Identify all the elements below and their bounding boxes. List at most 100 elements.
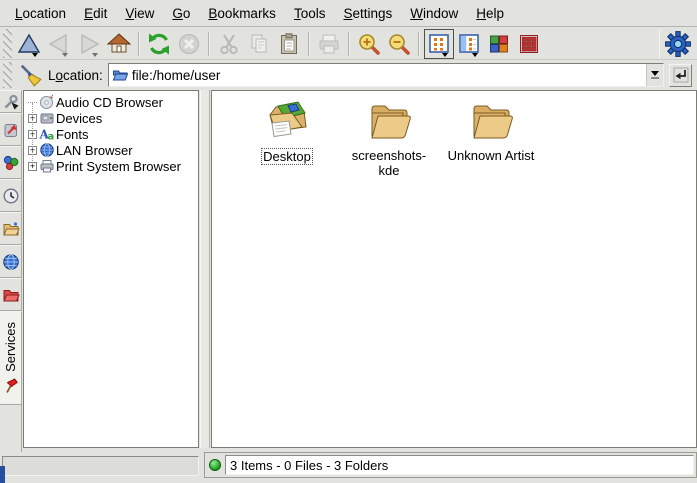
fonts-icon: A a (39, 126, 55, 142)
konqueror-window: Location Edit View Go Bookmarks Tools Se… (0, 0, 697, 483)
sidebar-tab-network[interactable] (0, 245, 22, 278)
forward-dropdown-arrow-icon (92, 53, 98, 57)
up-button[interactable] (14, 29, 44, 59)
menu-settings[interactable]: Settings (334, 2, 401, 25)
location-dropdown-button[interactable] (646, 64, 663, 86)
menu-bookmarks[interactable]: Bookmarks (199, 2, 285, 25)
svg-text:a: a (48, 132, 55, 143)
toolbar-separator (308, 32, 310, 56)
go-button[interactable] (669, 64, 692, 87)
tree-item-label: LAN Browser (56, 143, 133, 158)
multicolumn-view-button[interactable] (484, 29, 514, 59)
location-combobox (108, 63, 664, 87)
menu-location[interactable]: Location (6, 2, 75, 25)
location-label: Location: (48, 68, 103, 83)
forward-button[interactable] (74, 29, 104, 59)
location-toolbar: Location: (0, 61, 697, 89)
paste-icon (276, 31, 302, 57)
sidebar-tab-history[interactable] (0, 179, 22, 212)
file-item-label: screenshots-kde (344, 148, 435, 178)
location-toolbar-handle[interactable] (3, 62, 12, 88)
printer-icon (39, 158, 55, 174)
menu-edit[interactable]: Edit (75, 2, 116, 25)
menu-view[interactable]: View (116, 2, 163, 25)
tree-item-lan-browser[interactable]: + LAN Browser (26, 142, 198, 158)
sidebar-tabstrip-filler (0, 405, 22, 452)
menu-go[interactable]: Go (163, 2, 199, 25)
icon-view-icon (426, 31, 452, 57)
forward-icon (76, 31, 102, 57)
zoom-out-button[interactable] (384, 29, 414, 59)
copy-button[interactable] (244, 29, 274, 59)
menu-help[interactable]: Help (467, 2, 513, 25)
reload-button[interactable] (144, 29, 174, 59)
panel-splitter[interactable] (200, 90, 210, 448)
icon-view-dropdown-arrow-icon (442, 53, 448, 57)
menu-tools[interactable]: Tools (285, 2, 335, 25)
lan-globe-icon (39, 142, 55, 158)
open-folder-icon (466, 97, 516, 143)
tree-view-button[interactable] (454, 29, 484, 59)
tree-item-label: Audio CD Browser (56, 95, 163, 110)
toolbar-separator (138, 32, 140, 56)
detailed-list-view-button[interactable] (514, 29, 544, 59)
network-globe-icon (2, 253, 20, 271)
konqueror-throbber[interactable] (659, 29, 695, 59)
zoom-in-button[interactable] (354, 29, 384, 59)
sidebar-tabstrip: Services (0, 90, 22, 452)
sidebar-tab-bookmarks[interactable] (0, 113, 22, 146)
location-input[interactable] (130, 64, 646, 86)
tree-item-devices[interactable]: + Devices (26, 110, 198, 126)
open-folder-icon (364, 97, 414, 143)
tree-item-fonts[interactable]: + A a Fonts (26, 126, 198, 142)
configure-icon (2, 93, 20, 111)
services-tree-panel: Audio CD Browser + Devices + A (23, 90, 199, 448)
copy-icon (246, 31, 272, 57)
menu-bar: Location Edit View Go Bookmarks Tools Se… (0, 0, 697, 27)
clear-location-button[interactable] (19, 63, 43, 87)
sidebar-status-bar (2, 456, 199, 476)
home-icon (106, 31, 132, 57)
services-tab-label: Services (3, 322, 18, 372)
blue-folder-icon (112, 67, 128, 83)
cut-button[interactable] (214, 29, 244, 59)
paste-button[interactable] (274, 29, 304, 59)
status-text: 3 Items - 0 Files - 3 Folders (225, 455, 694, 475)
file-item-label: Desktop (261, 148, 313, 165)
main-toolbar (0, 28, 697, 60)
toolbar-separator (208, 32, 210, 56)
sidebar-tab-home-folder[interactable] (0, 212, 22, 245)
chevron-down-icon (651, 71, 659, 76)
sidebar-tab-root-folder[interactable] (0, 278, 22, 311)
back-button[interactable] (44, 29, 74, 59)
file-item-screenshots-kde[interactable]: screenshots-kde (338, 97, 440, 178)
status-led-icon (209, 459, 221, 471)
toolbar-handle[interactable] (3, 29, 12, 58)
tree-item-print-system-browser[interactable]: + Print System Browser (26, 158, 198, 174)
cut-icon (216, 31, 242, 57)
back-icon (46, 31, 72, 57)
up-dropdown-arrow-icon (32, 53, 38, 57)
print-button[interactable] (314, 29, 344, 59)
content-area: Services Audio CD Br (0, 90, 697, 452)
sidebar-tab-devices[interactable] (0, 146, 22, 179)
back-dropdown-arrow-icon (62, 53, 68, 57)
file-item-unknown-artist[interactable]: Unknown Artist (440, 97, 542, 163)
file-item-desktop[interactable]: Desktop (236, 97, 338, 165)
up-icon (16, 31, 42, 57)
configure-sidebar-button[interactable] (0, 90, 22, 113)
stop-button[interactable] (174, 29, 204, 59)
root-folder-icon (2, 286, 20, 304)
broom-icon (19, 63, 43, 87)
tree-item-audio-cd-browser[interactable]: Audio CD Browser (26, 94, 198, 110)
icon-view-button[interactable] (424, 29, 454, 59)
toolbar-separator (418, 32, 420, 56)
status-bar: 3 Items - 0 Files - 3 Folders (204, 452, 697, 478)
desktop-background-sliver (0, 466, 5, 483)
tree-view-icon (456, 31, 482, 57)
sidebar-tab-services[interactable]: Services (0, 311, 22, 405)
zoom-in-icon (356, 31, 382, 57)
menu-window[interactable]: Window (401, 2, 467, 25)
home-button[interactable] (104, 29, 134, 59)
folder-icon-view: Desktop screenshots-kde (211, 90, 697, 448)
